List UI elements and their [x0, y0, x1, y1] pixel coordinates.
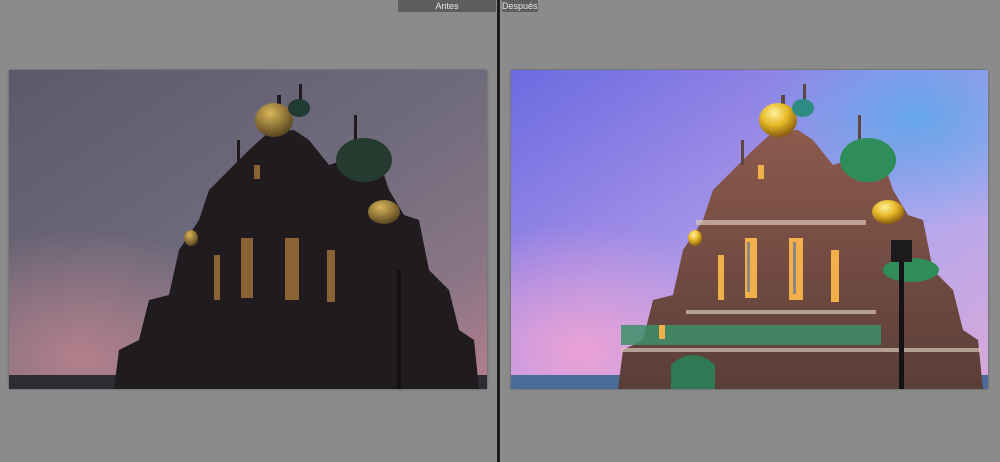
- after-photo[interactable]: [511, 70, 988, 389]
- before-panel: Antes: [0, 0, 497, 462]
- before-photo-image: [9, 70, 487, 389]
- before-label-tab[interactable]: Antes: [398, 0, 496, 12]
- after-panel: Después: [500, 0, 1000, 462]
- after-photo-image: [511, 70, 988, 389]
- before-photo[interactable]: [9, 70, 487, 389]
- after-label-tab[interactable]: Después: [502, 0, 538, 12]
